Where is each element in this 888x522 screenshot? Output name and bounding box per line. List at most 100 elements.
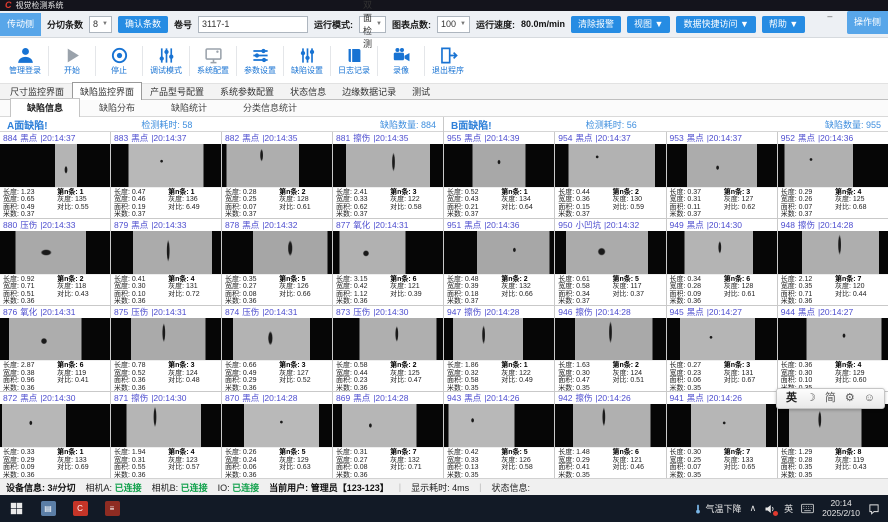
action-debug-sliders[interactable]: 调试模式 [143, 46, 189, 75]
defect-cell[interactable]: 879黑点|20:14:33长度: 0.41宽度: 0.30面积: 0.10米数… [111, 219, 221, 305]
defect-length: 长度: 0.36 [781, 362, 835, 370]
defect-cell[interactable]: 941黑点|20:14:26长度: 0.30宽度: 0.25面积: 0.07米数… [667, 392, 777, 478]
defect-cell[interactable]: 952黑点|20:14:36长度: 0.29宽度: 0.26面积: 0.07米数… [778, 132, 888, 218]
action-label: 系统配置 [197, 67, 229, 75]
defect-meter: 米数: 0.35 [558, 385, 612, 392]
defect-cell[interactable]: 948擦伤|20:14:28长度: 2.12宽度: 0.35面积: 0.71米数… [778, 219, 888, 305]
defect-cell[interactable]: 881擦伤|20:14:35长度: 2.41宽度: 0.33面积: 0.62米数… [333, 132, 443, 218]
notification-center-icon[interactable] [868, 503, 880, 515]
start-button[interactable] [2, 495, 30, 522]
tray-expand-button[interactable]: ∧ [750, 503, 757, 514]
defect-cell[interactable]: 880压伤|20:14:33长度: 0.92宽度: 0.71面积: 0.51米数… [0, 219, 110, 305]
taskbar-app-file-explorer[interactable]: ▤ [34, 495, 62, 522]
coil-no-input[interactable] [198, 16, 308, 33]
defect-cell[interactable]: 876氧化|20:14:31长度: 2.87宽度: 0.38面积: 0.96米数… [0, 306, 110, 392]
defect-cell[interactable]: 943黑点|20:14:26长度: 0.42宽度: 0.33面积: 0.13米数… [444, 392, 554, 478]
clock-widget[interactable]: 20:14 2025/2/10 [822, 499, 860, 519]
action-defect-sliders[interactable]: 缺陷设置 [284, 46, 330, 75]
defect-length: 长度: 0.61 [558, 276, 612, 284]
defect-cell[interactable]: 869黑点|20:14:28长度: 0.31宽度: 0.27面积: 0.08米数… [333, 392, 443, 478]
tab-main-2[interactable]: 产品型号配置 [142, 82, 212, 99]
ime-language-indicator[interactable]: 英 [784, 502, 793, 515]
tab-sub-2[interactable]: 缺陷统计 [154, 98, 224, 116]
defect-cell[interactable]: 945黑点|20:14:27长度: 0.27宽度: 0.23面积: 0.06米数… [667, 306, 777, 392]
tab-main-4[interactable]: 状态信息 [282, 82, 334, 99]
help-menu-button[interactable]: 帮助 ▼ [762, 16, 805, 33]
ime-simplified-chinese[interactable]: 简 [825, 393, 836, 404]
tab-sub-1[interactable]: 缺陷分布 [82, 98, 152, 116]
defect-cell[interactable]: 870黑点|20:14:28长度: 0.26宽度: 0.24面积: 0.06米数… [222, 392, 332, 478]
tab-main-5[interactable]: 边缘数据记录 [334, 82, 404, 99]
volume-button[interactable] [764, 503, 776, 515]
device-info-label: 设备信息: [6, 483, 45, 493]
defect-cell[interactable]: 953黑点|20:14:37长度: 0.37宽度: 0.31面积: 0.11米数… [667, 132, 777, 218]
defect-meter: 米数: 0.37 [114, 211, 168, 218]
defect-meter: 米数: 0.36 [114, 298, 168, 305]
defect-cell-header: 949黑点|20:14:30 [667, 219, 777, 231]
ime-night-mode-icon[interactable]: ☽ [806, 393, 816, 404]
touch-keyboard-icon[interactable] [801, 503, 814, 514]
defect-metrics-left: 长度: 1.63宽度: 0.30面积: 0.47米数: 0.35 [558, 362, 612, 391]
tab-main-3[interactable]: 系统参数配置 [212, 82, 282, 99]
defect-cell[interactable]: 954黑点|20:14:37长度: 0.44宽度: 0.36面积: 0.15米数… [555, 132, 665, 218]
defect-cell[interactable]: 875压伤|20:14:31长度: 0.78宽度: 0.52面积: 0.36米数… [111, 306, 221, 392]
action-param-sliders[interactable]: 参数设置 [237, 46, 283, 75]
ime-lang-en[interactable]: 英 [786, 393, 797, 404]
exit-door-icon [439, 46, 458, 65]
split-count-select[interactable]: 8▼ [89, 16, 112, 33]
clear-alarm-button[interactable]: 清除报警 [571, 16, 621, 33]
defect-cell[interactable]: 873压伤|20:14:30长度: 0.58宽度: 0.44面积: 0.23米数… [333, 306, 443, 392]
ime-settings-icon[interactable]: ⚙ [845, 393, 855, 404]
defect-metrics-left: 长度: 1.23宽度: 0.65面积: 0.49米数: 0.37 [3, 189, 57, 218]
action-stop[interactable]: 停止 [96, 46, 142, 75]
tab-main-0[interactable]: 尺寸监控界面 [2, 82, 72, 99]
defect-cell[interactable]: 947擦伤|20:14:28长度: 1.86宽度: 0.32面积: 0.58米数… [444, 306, 554, 392]
defect-image [0, 144, 110, 187]
stop-icon [110, 46, 129, 65]
defect-metrics-right: 第n条: 3灰度: 127对比: 0.52 [279, 362, 329, 391]
defect-type: 黑点 [20, 132, 37, 144]
defect-metrics: 长度: 1.63宽度: 0.30面积: 0.47米数: 0.35第n条: 2灰度… [555, 360, 665, 391]
defect-length: 长度: 2.87 [3, 362, 57, 370]
data-quick-access-button[interactable]: 数据快捷访问 ▼ [676, 16, 755, 33]
defect-cell[interactable]: 872黑点|20:14:30长度: 0.33宽度: 0.29面积: 0.09米数… [0, 392, 110, 478]
tab-sub-0[interactable]: 缺陷信息 [10, 98, 80, 117]
defect-cell[interactable]: 949黑点|20:14:30长度: 0.34宽度: 0.28面积: 0.09米数… [667, 219, 777, 305]
chart-points-select[interactable]: 100▼ [437, 16, 470, 33]
defect-cell[interactable]: 946擦伤|20:14:28长度: 1.63宽度: 0.30面积: 0.47米数… [555, 306, 665, 392]
defect-type: 黑点 [687, 132, 704, 144]
weather-widget[interactable]: 气温下降 [693, 502, 742, 516]
action-video-camera[interactable]: 录像 [378, 46, 424, 75]
defect-metrics: 长度: 1.23宽度: 0.65面积: 0.49米数: 0.37第n条: 1灰度… [0, 187, 110, 218]
defect-cell[interactable]: 871擦伤|20:14:30长度: 1.94宽度: 0.31面积: 0.55米数… [111, 392, 221, 478]
action-exit-door[interactable]: 退出程序 [425, 46, 471, 75]
confirm-count-button[interactable]: 确认条数 [118, 16, 168, 33]
taskbar-app-inspection[interactable]: C [66, 495, 94, 522]
defect-cell[interactable]: 878黑点|20:14:32长度: 0.35宽度: 0.27面积: 0.08米数… [222, 219, 332, 305]
tab-sub-3[interactable]: 分类信息统计 [226, 98, 314, 116]
defect-cell[interactable]: 955黑点|20:14:39长度: 0.52宽度: 0.43面积: 0.21米数… [444, 132, 554, 218]
defect-cell[interactable]: 884黑点|20:14:37长度: 1.23宽度: 0.65面积: 0.49米数… [0, 132, 110, 218]
defect-cell[interactable]: 874压伤|20:14:31长度: 0.66宽度: 0.49面积: 0.29米数… [222, 306, 332, 392]
tab-main-6[interactable]: 测试 [404, 82, 438, 99]
defect-cell[interactable]: 944黑点|20:14:27长度: 0.36宽度: 0.30面积: 0.10米数… [778, 306, 888, 392]
action-user[interactable]: 管理登录 [2, 46, 48, 75]
defect-cell[interactable]: 877氧化|20:14:31长度: 3.15宽度: 0.42面积: 1.12米数… [333, 219, 443, 305]
action-log-book[interactable]: 日志记录 [331, 46, 377, 75]
taskbar-app-other[interactable]: ≡ [98, 495, 126, 522]
run-mode-select[interactable]: 双面检测▼ [359, 16, 386, 33]
defect-metrics: 长度: 0.52宽度: 0.43面积: 0.21米数: 0.37第n条: 1灰度… [444, 187, 554, 218]
defect-cell[interactable]: 882黑点|20:14:35长度: 0.28宽度: 0.25面积: 0.07米数… [222, 132, 332, 218]
operator-side-button[interactable]: 操作侧 [847, 11, 888, 34]
action-monitor[interactable]: 系统配置 [190, 46, 236, 75]
drive-side-button[interactable]: 传动侧 [0, 13, 41, 36]
defect-metrics: 长度: 2.12宽度: 0.35面积: 0.71米数: 0.36第n条: 7灰度… [778, 274, 888, 305]
ime-emoji-icon[interactable]: ☺ [864, 393, 875, 404]
minimize-button[interactable]: – [827, 12, 832, 21]
defect-cell[interactable]: 883黑点|20:14:37长度: 0.47宽度: 0.46面积: 0.19米数… [111, 132, 221, 218]
defect-cell[interactable]: 951黑点|20:14:36长度: 0.48宽度: 0.39面积: 0.18米数… [444, 219, 554, 305]
action-play[interactable]: 开始 [49, 46, 95, 75]
view-menu-button[interactable]: 视图 ▼ [627, 16, 670, 33]
defect-cell[interactable]: 950小凹坑|20:14:32长度: 0.61宽度: 0.58面积: 0.34米… [555, 219, 665, 305]
defect-cell[interactable]: 942擦伤|20:14:26长度: 1.48宽度: 0.29面积: 0.41米数… [555, 392, 665, 478]
